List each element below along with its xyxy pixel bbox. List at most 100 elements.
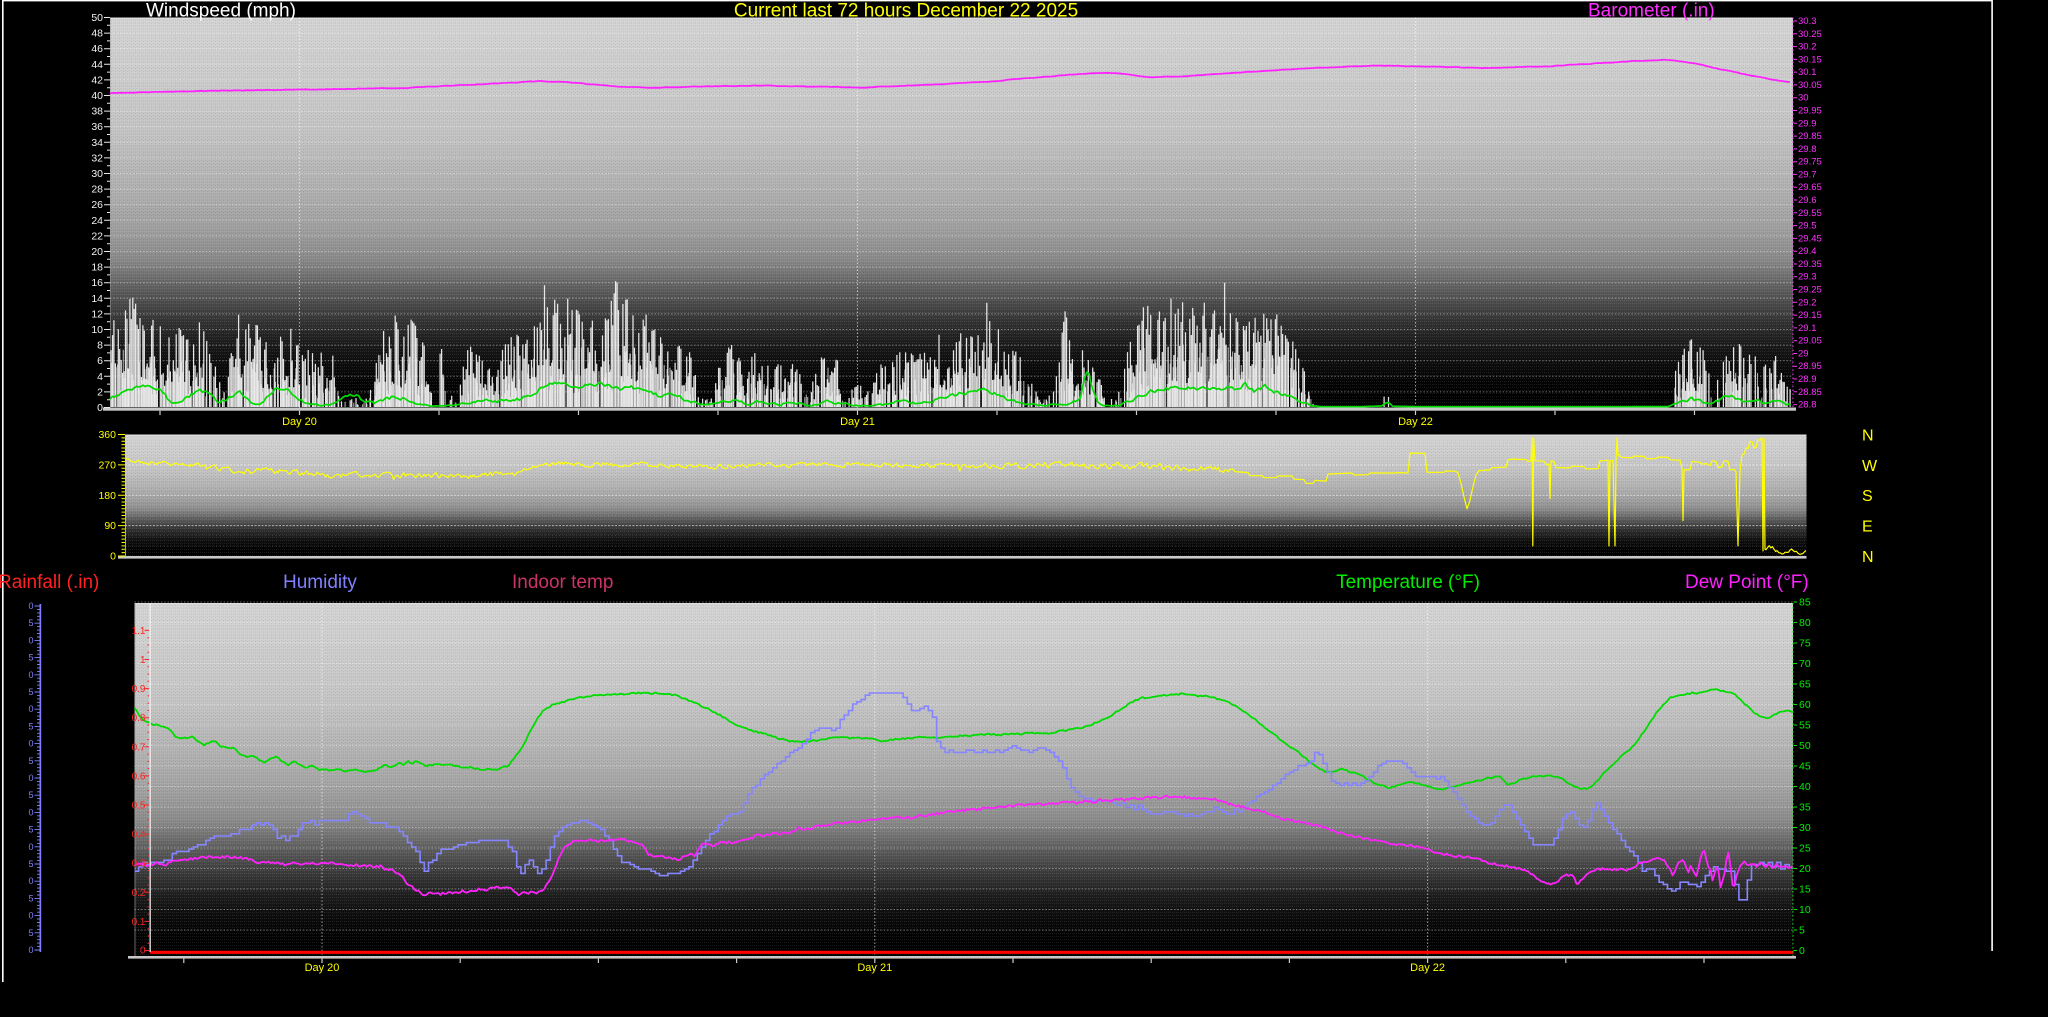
svg-text:Day 22: Day 22 (1410, 962, 1445, 974)
svg-text:Current last 72 hours December: Current last 72 hours December 22 2025 (734, 1, 1078, 22)
svg-text:29.3: 29.3 (1798, 272, 1817, 283)
svg-text:N: N (1862, 549, 1874, 566)
svg-text:20: 20 (91, 246, 103, 258)
svg-text:10: 10 (91, 324, 103, 336)
svg-text:28: 28 (91, 184, 103, 196)
svg-text:0.8: 0.8 (132, 713, 146, 724)
svg-text:0: 0 (140, 946, 146, 957)
svg-text:0: 0 (28, 911, 33, 921)
svg-text:34: 34 (91, 137, 103, 149)
svg-text:0: 0 (28, 635, 33, 645)
svg-text:29.45: 29.45 (1798, 233, 1822, 244)
svg-text:30: 30 (1798, 93, 1809, 104)
svg-text:24: 24 (91, 215, 103, 227)
svg-text:55: 55 (1799, 720, 1811, 732)
svg-text:Day 22: Day 22 (1398, 416, 1433, 428)
svg-text:29.2: 29.2 (1798, 297, 1817, 308)
svg-text:0: 0 (1799, 945, 1805, 957)
svg-text:28.9: 28.9 (1798, 374, 1817, 385)
svg-text:44: 44 (91, 59, 103, 71)
svg-text:28.95: 28.95 (1798, 361, 1822, 372)
svg-text:29.55: 29.55 (1798, 208, 1822, 219)
svg-text:29.25: 29.25 (1798, 285, 1822, 296)
svg-text:N: N (1862, 428, 1874, 445)
svg-text:12: 12 (91, 308, 103, 320)
svg-text:0: 0 (28, 773, 33, 783)
svg-text:5: 5 (28, 756, 33, 766)
svg-text:Day 21: Day 21 (857, 962, 892, 974)
svg-text:29.4: 29.4 (1798, 246, 1817, 257)
svg-text:29.85: 29.85 (1798, 131, 1822, 142)
svg-text:30.25: 30.25 (1798, 29, 1822, 40)
svg-text:18: 18 (91, 262, 103, 274)
svg-text:0.1: 0.1 (132, 917, 146, 928)
svg-text:E: E (1862, 519, 1873, 536)
svg-text:29.75: 29.75 (1798, 157, 1822, 168)
svg-text:28.85: 28.85 (1798, 387, 1822, 398)
svg-text:29.05: 29.05 (1798, 336, 1822, 347)
svg-text:5: 5 (28, 825, 33, 835)
svg-text:29.35: 29.35 (1798, 259, 1822, 270)
svg-text:0: 0 (110, 551, 116, 563)
svg-text:0: 0 (97, 402, 103, 414)
svg-text:32: 32 (91, 152, 103, 164)
svg-text:46: 46 (91, 43, 103, 55)
svg-text:Dew Point (°F): Dew Point (°F) (1685, 572, 1809, 593)
svg-text:65: 65 (1799, 679, 1811, 691)
svg-text:28.8: 28.8 (1798, 400, 1817, 411)
svg-text:1.1: 1.1 (132, 626, 146, 637)
svg-text:29.15: 29.15 (1798, 310, 1822, 321)
svg-text:Day 20: Day 20 (282, 416, 317, 428)
svg-text:60: 60 (1799, 699, 1811, 711)
svg-text:5: 5 (28, 790, 33, 800)
svg-text:0.5: 0.5 (132, 801, 146, 812)
svg-text:0: 0 (28, 739, 33, 749)
svg-text:Rainfall (.in): Rainfall (.in) (0, 572, 99, 593)
svg-text:180: 180 (98, 490, 116, 502)
svg-text:5: 5 (28, 653, 33, 663)
svg-text:2: 2 (97, 386, 103, 398)
svg-text:0: 0 (28, 876, 33, 886)
svg-text:20: 20 (1799, 863, 1811, 875)
svg-text:5: 5 (28, 893, 33, 903)
svg-text:270: 270 (98, 459, 116, 471)
svg-text:16: 16 (91, 277, 103, 289)
svg-text:8: 8 (97, 340, 103, 352)
svg-text:36: 36 (91, 121, 103, 133)
svg-text:0: 0 (28, 945, 33, 955)
svg-text:29.95: 29.95 (1798, 106, 1822, 117)
svg-text:50: 50 (91, 12, 103, 24)
svg-text:5: 5 (28, 928, 33, 938)
svg-text:75: 75 (1799, 638, 1811, 650)
svg-text:Temperature (°F): Temperature (°F) (1336, 572, 1480, 593)
svg-text:5: 5 (28, 687, 33, 697)
svg-text:S: S (1862, 488, 1873, 505)
svg-text:30.1: 30.1 (1798, 67, 1817, 78)
svg-text:30.05: 30.05 (1798, 80, 1822, 91)
svg-text:29.7: 29.7 (1798, 169, 1817, 180)
svg-text:22: 22 (91, 230, 103, 242)
svg-text:Humidity: Humidity (283, 572, 357, 593)
svg-text:30.2: 30.2 (1798, 42, 1817, 53)
svg-text:5: 5 (28, 721, 33, 731)
svg-text:0.7: 0.7 (132, 742, 146, 753)
svg-text:14: 14 (91, 293, 103, 305)
svg-text:40: 40 (91, 90, 103, 102)
svg-text:W: W (1862, 458, 1878, 475)
svg-text:Indoor temp: Indoor temp (512, 572, 613, 593)
svg-text:30: 30 (91, 168, 103, 180)
svg-text:Windspeed (mph): Windspeed (mph) (146, 1, 296, 22)
svg-text:50: 50 (1799, 740, 1811, 752)
svg-text:45: 45 (1799, 761, 1811, 773)
svg-text:5: 5 (28, 618, 33, 628)
svg-text:0.9: 0.9 (132, 684, 146, 695)
svg-text:40: 40 (1799, 781, 1811, 793)
svg-text:29.1: 29.1 (1798, 323, 1817, 334)
svg-text:0: 0 (28, 842, 33, 852)
svg-text:5: 5 (28, 859, 33, 869)
svg-text:360: 360 (98, 429, 116, 441)
svg-text:0: 0 (28, 704, 33, 714)
svg-text:30: 30 (1799, 822, 1811, 834)
svg-text:80: 80 (1799, 617, 1811, 629)
svg-text:29.8: 29.8 (1798, 144, 1817, 155)
